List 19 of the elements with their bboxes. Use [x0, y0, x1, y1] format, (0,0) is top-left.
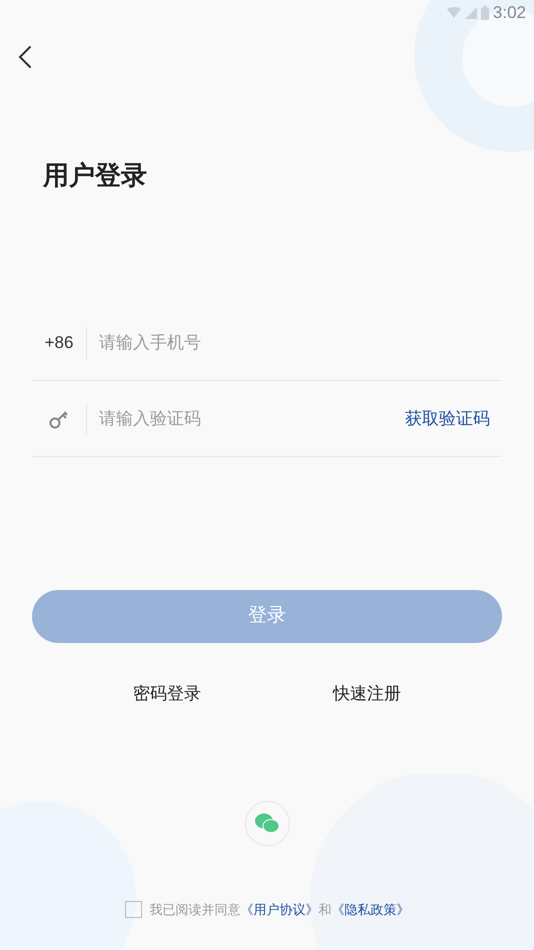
privacy-policy-link[interactable]: 《隐私政策》: [332, 900, 410, 919]
status-time: 3:02: [492, 2, 526, 24]
agreement-checkbox[interactable]: [124, 900, 142, 918]
agreement-text: 我已阅读并同意: [150, 900, 240, 918]
text-link[interactable]: 快速注册: [333, 681, 401, 706]
page-title: 用户登录: [43, 159, 148, 192]
wechat-login-button[interactable]: [244, 800, 290, 846]
get-code-link[interactable]: 获取验证码: [405, 406, 490, 432]
wifi-icon: [446, 7, 461, 19]
signal-icon: [464, 7, 477, 19]
code-input-field[interactable]: 请输入验证码: [99, 406, 405, 432]
text-link[interactable]: 密码登录: [133, 681, 201, 706]
country-code[interactable]: +86: [32, 330, 86, 356]
phone-input-field[interactable]: 请输入手机号: [99, 330, 502, 356]
key-icon: [49, 408, 69, 428]
chat-bubbles-icon: [254, 812, 280, 834]
back-icon: [18, 45, 32, 69]
conjunction-text: 和: [318, 900, 332, 918]
user-agreement-link[interactable]: 《用户协议》: [240, 900, 318, 919]
